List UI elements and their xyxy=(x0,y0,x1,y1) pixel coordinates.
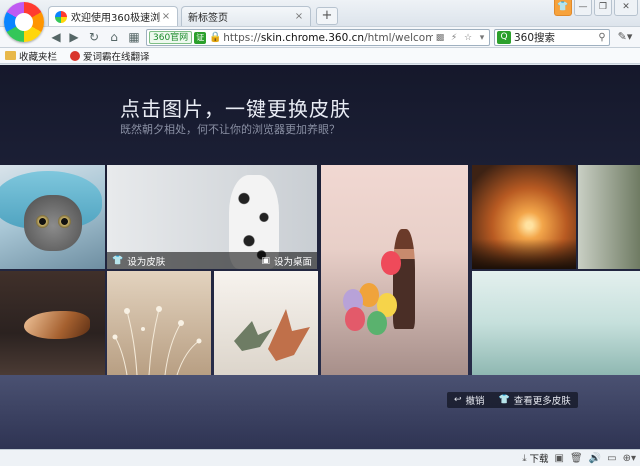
apps-icon[interactable]: ▦ xyxy=(126,29,142,45)
tab-welcome[interactable]: 欢迎使用360极速浏览器 × xyxy=(48,6,178,26)
bookmark-label: 爱词霸在线翻译 xyxy=(83,51,150,63)
skin-tile-paper-cranes[interactable] xyxy=(214,271,318,375)
page-subtitle: 既然朝夕相处，何不让你的浏览器更加养眼？ xyxy=(120,123,340,136)
qr-code-icon[interactable]: ▩ xyxy=(433,33,447,43)
bookmark-label: 收藏夹栏 xyxy=(19,51,58,63)
menu-icon[interactable]: ✎▾ xyxy=(614,30,636,43)
bookmarks-bar: 收藏夹栏 爱词霸在线翻译 xyxy=(0,48,640,64)
reflection-area xyxy=(0,375,640,449)
tile-action-bar: 👕 设为皮肤 ▣ 设为桌面 xyxy=(107,252,317,269)
flower-stems-shape xyxy=(112,306,202,375)
reload-icon[interactable]: ↻ xyxy=(86,29,102,45)
shirt-icon: 👕 xyxy=(112,255,124,266)
favicon-icon xyxy=(55,10,67,23)
balloon-shape xyxy=(367,311,387,335)
trash-icon[interactable]: 🗑 xyxy=(570,453,583,464)
set-skin-label: 设为皮肤 xyxy=(127,256,166,268)
forward-icon[interactable]: ▶ xyxy=(66,29,82,45)
skin-tile-cat[interactable] xyxy=(0,165,105,269)
iciba-icon xyxy=(70,50,81,61)
skin-icon[interactable]: 👕 xyxy=(554,0,572,16)
maximize-icon[interactable]: ❐ xyxy=(594,0,612,16)
home-icon[interactable]: ⌂ xyxy=(106,29,122,45)
tab-label: 新标签页 xyxy=(188,13,228,24)
cat-eye-shape xyxy=(58,215,71,228)
balloon-shape xyxy=(381,251,401,275)
search-engine-label[interactable]: 360搜索 xyxy=(511,30,595,45)
folder-icon xyxy=(5,51,16,60)
close-window-icon[interactable]: ✕ xyxy=(614,0,638,16)
girl-shape xyxy=(393,229,415,329)
skin-tile-dalmatian[interactable]: 👕 设为皮肤 ▣ 设为桌面 xyxy=(107,165,317,269)
more-skins-label: 查看更多皮肤 xyxy=(513,396,571,407)
lock-icon[interactable]: 🔒 xyxy=(209,32,221,43)
browser-logo-icon[interactable] xyxy=(4,2,44,42)
certificate-icon[interactable]: 证 xyxy=(194,31,207,44)
bookmark-link[interactable]: 爱词霸在线翻译 xyxy=(70,49,150,63)
status-bar: ⤓ 下载 ▣ 🗑 🔊 ▭ ⊕▾ xyxy=(0,449,640,466)
site-badge[interactable]: 360官网 xyxy=(149,31,193,44)
chevron-down-icon[interactable]: ▾ xyxy=(475,33,489,43)
bookmark-folder[interactable]: 收藏夹栏 xyxy=(5,49,57,63)
window-icon[interactable]: ▭ xyxy=(607,453,616,464)
gallery-actions: ↩ 撤销 👕 查看更多皮肤 xyxy=(447,392,578,408)
shell-shape xyxy=(24,311,90,339)
search-engine-icon[interactable]: Q xyxy=(497,31,511,44)
lightning-icon[interactable]: ⚡ xyxy=(447,33,461,43)
new-tab-button[interactable]: + xyxy=(316,7,338,25)
undo-button[interactable]: ↩ 撤销 xyxy=(447,392,492,408)
picture-icon: ▣ xyxy=(261,255,270,266)
skin-tile-shell[interactable] xyxy=(0,271,105,375)
cat-face-shape xyxy=(24,195,82,251)
close-tab-icon[interactable]: × xyxy=(294,11,304,22)
set-skin-button[interactable]: 👕 设为皮肤 xyxy=(112,254,165,268)
tab-label: 欢迎使用360极速浏览器 xyxy=(71,13,161,24)
undo-icon: ↩ xyxy=(454,395,462,405)
skin-tile-partial[interactable] xyxy=(578,165,640,269)
skin-gallery-page: 点击图片，一键更换皮肤 既然朝夕相处，何不让你的浏览器更加养眼？ 👕 设为皮肤 … xyxy=(0,65,640,449)
star-icon[interactable]: ☆ xyxy=(461,33,475,43)
navigation-toolbar: ◀ ▶ ↻ ⌂ ▦ 360官网 证 🔒 https://skin.chrome.… xyxy=(0,26,640,48)
set-desktop-button[interactable]: ▣ 设为桌面 xyxy=(261,254,312,268)
skin-tile-dried-flowers[interactable] xyxy=(107,271,211,375)
balloon-shape xyxy=(345,307,365,331)
skin-tile-sunset[interactable] xyxy=(472,165,576,269)
cat-eye-shape xyxy=(36,215,49,228)
volume-icon[interactable]: 🔊 xyxy=(589,453,601,464)
window-controls: 👕 — ❐ ✕ xyxy=(552,0,638,16)
tab-new-page[interactable]: 新标签页 × xyxy=(181,6,311,26)
grass-shape xyxy=(472,239,576,269)
search-box[interactable]: Q 360搜索 ⚲ xyxy=(494,29,610,46)
screenshot-icon[interactable]: ▣ xyxy=(555,453,564,464)
url-text[interactable]: https://skin.chrome.360.cn/html/welcome/ xyxy=(221,32,433,44)
shirt-icon: 👕 xyxy=(498,395,510,405)
download-icon: ⤓ xyxy=(522,452,527,464)
undo-label: 撤销 xyxy=(465,396,485,407)
paper-cranes-shape xyxy=(234,309,310,361)
download-label: 下载 xyxy=(529,454,549,465)
page-title: 点击图片，一键更换皮肤 xyxy=(120,97,351,121)
back-icon[interactable]: ◀ xyxy=(48,29,64,45)
minimize-icon[interactable]: — xyxy=(574,0,592,16)
title-bar: 欢迎使用360极速浏览器 × 新标签页 × + 👕 — ❐ ✕ xyxy=(0,0,640,42)
set-desktop-label: 设为桌面 xyxy=(273,256,312,268)
download-button[interactable]: ⤓ 下载 xyxy=(522,451,549,466)
search-icon[interactable]: ⚲ xyxy=(595,32,609,43)
skin-tile-balloons[interactable] xyxy=(321,165,468,375)
skin-tile-seaside[interactable] xyxy=(472,271,640,375)
more-skins-button[interactable]: 👕 查看更多皮肤 xyxy=(492,392,578,408)
close-tab-icon[interactable]: × xyxy=(161,11,171,22)
address-bar[interactable]: 360官网 证 🔒 https://skin.chrome.360.cn/htm… xyxy=(146,29,490,46)
zoom-icon[interactable]: ⊕▾ xyxy=(623,453,636,464)
